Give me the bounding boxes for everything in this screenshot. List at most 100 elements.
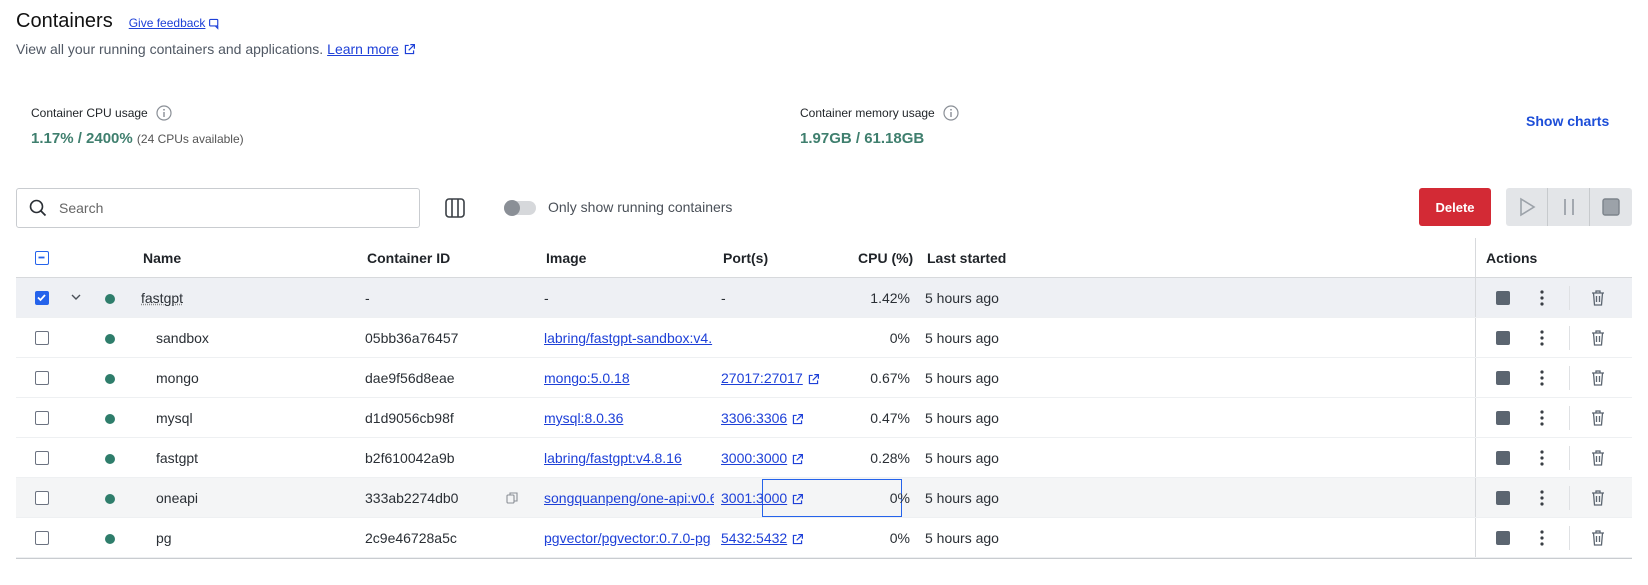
row-checkbox[interactable] xyxy=(35,291,49,305)
stop-icon xyxy=(1602,198,1620,216)
image-link[interactable]: labring/fastgpt:v4.8.16 xyxy=(544,450,682,466)
container-id: dae9f56d8eae xyxy=(365,370,455,386)
row-checkbox[interactable] xyxy=(35,451,49,465)
col-ports[interactable]: Port(s) xyxy=(723,250,768,266)
port-link[interactable]: 3000:3000 xyxy=(721,450,787,466)
table-row[interactable]: pg 2c9e46728a5c pgvector/pgvector:0.7.0-… xyxy=(16,518,1632,558)
port-link[interactable]: 5432:5432 xyxy=(721,530,787,546)
stop-icon[interactable] xyxy=(1496,491,1510,505)
container-port: 3306:3306 xyxy=(721,410,804,426)
trash-icon[interactable] xyxy=(1590,409,1606,427)
more-vertical-icon[interactable] xyxy=(1534,489,1550,507)
status-running-dot xyxy=(105,534,115,544)
port-link[interactable]: 3001:3000 xyxy=(721,490,787,506)
action-separator xyxy=(1569,526,1570,550)
trash-icon[interactable] xyxy=(1590,369,1606,387)
stop-icon[interactable] xyxy=(1496,371,1510,385)
table-row-group[interactable]: fastgpt - - - 1.42% 5 hours ago xyxy=(16,278,1632,318)
start-button[interactable] xyxy=(1506,188,1548,226)
actions-divider xyxy=(1475,398,1476,437)
col-cpu[interactable]: CPU (%) xyxy=(858,250,913,266)
memory-usage-stat: Container memory usage 1.97GB / 61.18GB xyxy=(800,105,959,147)
search-box[interactable] xyxy=(16,188,420,228)
stop-icon[interactable] xyxy=(1496,331,1510,345)
container-port: 3000:3000 xyxy=(721,450,804,466)
stop-icon[interactable] xyxy=(1496,411,1510,425)
running-only-toggle[interactable] xyxy=(504,200,536,216)
image-link[interactable]: pgvector/pgvector:0.7.0-pg xyxy=(544,530,711,546)
table-bottom-border xyxy=(16,558,1632,559)
more-vertical-icon[interactable] xyxy=(1534,329,1550,347)
running-only-label: Only show running containers xyxy=(548,199,733,215)
trash-icon[interactable] xyxy=(1590,489,1606,507)
image-link[interactable]: mongo:5.0.18 xyxy=(544,370,630,386)
more-vertical-icon[interactable] xyxy=(1534,449,1550,467)
more-vertical-icon[interactable] xyxy=(1534,369,1550,387)
table-row[interactable]: oneapi 333ab2274db0 songquanpeng/one-api… xyxy=(16,478,1632,518)
row-checkbox[interactable] xyxy=(35,331,49,345)
container-name[interactable]: mysql xyxy=(156,410,193,426)
col-container-id[interactable]: Container ID xyxy=(367,250,450,266)
stop-icon[interactable] xyxy=(1496,451,1510,465)
row-checkbox[interactable] xyxy=(35,371,49,385)
table-row[interactable]: sandbox 05bb36a76457 labring/fastgpt-san… xyxy=(16,318,1632,358)
learn-more-link[interactable]: Learn more xyxy=(327,41,399,57)
container-last-started: 5 hours ago xyxy=(925,530,999,546)
col-image[interactable]: Image xyxy=(546,250,586,266)
row-checkbox[interactable] xyxy=(35,491,49,505)
port-link[interactable]: 27017:27017 xyxy=(721,370,803,386)
table-row[interactable]: mongo dae9f56d8eae mongo:5.0.18 27017:27… xyxy=(16,358,1632,398)
container-name[interactable]: mongo xyxy=(156,370,199,386)
external-link-icon xyxy=(792,413,804,424)
info-icon[interactable] xyxy=(943,105,959,121)
action-separator xyxy=(1569,286,1570,310)
select-all-checkbox[interactable] xyxy=(35,251,49,265)
stop-icon[interactable] xyxy=(1496,291,1510,305)
more-vertical-icon[interactable] xyxy=(1534,289,1550,307)
more-vertical-icon[interactable] xyxy=(1534,409,1550,427)
chevron-down-icon[interactable] xyxy=(69,290,83,304)
table-header: Name Container ID Image Port(s) CPU (%) … xyxy=(16,238,1632,278)
container-name[interactable]: oneapi xyxy=(156,490,198,506)
container-id: d1d9056cb98f xyxy=(365,410,454,426)
trash-icon[interactable] xyxy=(1590,289,1606,307)
image-link[interactable]: mysql:8.0.36 xyxy=(544,410,623,426)
search-input[interactable] xyxy=(57,199,377,217)
status-running-dot xyxy=(105,454,115,464)
copy-icon[interactable] xyxy=(506,492,518,504)
trash-icon[interactable] xyxy=(1590,449,1606,467)
stop-button[interactable] xyxy=(1590,188,1632,226)
cpu-available-note: (24 CPUs available) xyxy=(136,132,244,146)
container-name[interactable]: fastgpt xyxy=(141,290,183,306)
port-link[interactable]: 3306:3306 xyxy=(721,410,787,426)
feedback-icon xyxy=(209,18,219,30)
image-link[interactable]: labring/fastgpt-sandbox:v4. xyxy=(544,330,712,346)
container-cpu: 0.28% xyxy=(870,450,910,466)
container-name[interactable]: pg xyxy=(156,530,172,546)
stop-icon[interactable] xyxy=(1496,531,1510,545)
actions-divider xyxy=(1475,238,1476,277)
cpu-usage-label: Container CPU usage xyxy=(31,106,148,120)
container-cpu: 1.42% xyxy=(870,290,910,306)
col-name[interactable]: Name xyxy=(143,250,181,266)
pause-icon xyxy=(1563,199,1574,215)
row-checkbox[interactable] xyxy=(35,411,49,425)
status-running-dot xyxy=(105,294,115,304)
more-vertical-icon[interactable] xyxy=(1534,529,1550,547)
table-row[interactable]: fastgpt b2f610042a9b labring/fastgpt:v4.… xyxy=(16,438,1632,478)
give-feedback-link[interactable]: Give feedback xyxy=(129,16,222,30)
columns-icon[interactable] xyxy=(443,196,467,220)
container-name[interactable]: fastgpt xyxy=(156,450,198,466)
delete-button[interactable]: Delete xyxy=(1419,188,1491,226)
container-image: mysql:8.0.36 xyxy=(544,410,714,426)
image-link[interactable]: songquanpeng/one-api:v0.6 xyxy=(544,490,714,506)
trash-icon[interactable] xyxy=(1590,329,1606,347)
show-charts-button[interactable]: Show charts xyxy=(1526,113,1609,129)
container-name[interactable]: sandbox xyxy=(156,330,209,346)
table-row[interactable]: mysql d1d9056cb98f mysql:8.0.36 3306:330… xyxy=(16,398,1632,438)
trash-icon[interactable] xyxy=(1590,529,1606,547)
info-icon[interactable] xyxy=(156,105,172,121)
col-last-started[interactable]: Last started xyxy=(927,250,1006,266)
pause-button[interactable] xyxy=(1548,188,1590,226)
row-checkbox[interactable] xyxy=(35,531,49,545)
